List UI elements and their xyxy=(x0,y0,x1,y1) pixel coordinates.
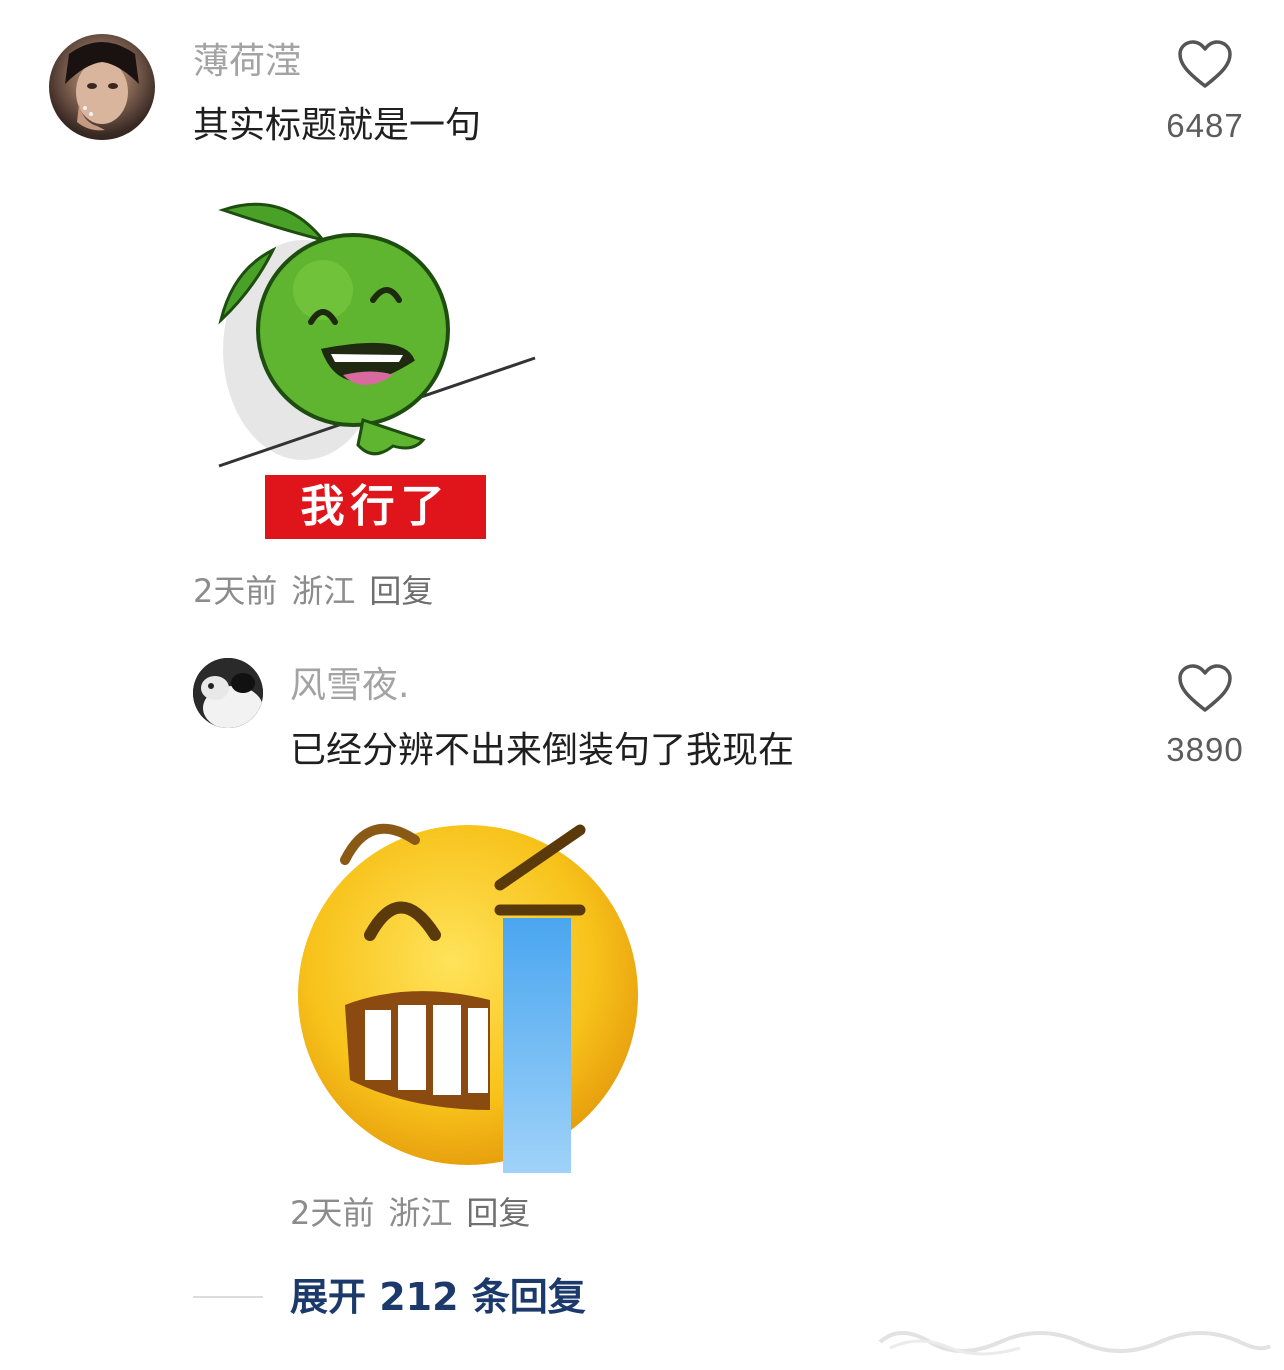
comment-location: 浙江 xyxy=(388,1194,453,1232)
avatar[interactable] xyxy=(49,34,155,140)
comment-text: 已经分辨不出来倒装句了我现在 xyxy=(290,730,795,771)
like-button[interactable]: 6487 xyxy=(1150,40,1260,146)
like-count: 3890 xyxy=(1166,731,1244,768)
expand-replies-button[interactable]: 展开 212 条回复 xyxy=(290,1274,586,1320)
like-button[interactable]: 3890 xyxy=(1150,664,1260,770)
sticker-caption: 我行了 xyxy=(265,475,486,539)
comment-time: 2天前 xyxy=(290,1194,375,1232)
username[interactable]: 薄荷滢 xyxy=(193,40,301,84)
sticker-image[interactable]: 我行了 xyxy=(193,190,548,550)
comment-text: 其实标题就是一句 xyxy=(193,105,482,146)
reply-button[interactable]: 回复 xyxy=(466,1193,530,1233)
heart-outline-icon xyxy=(1178,664,1232,712)
comment-meta: 2天前 浙江 回复 xyxy=(290,1193,530,1233)
sticker-image[interactable] xyxy=(290,810,645,1175)
watermark-logo xyxy=(878,1331,1272,1356)
username[interactable]: 风雪夜. xyxy=(290,664,409,708)
laughing-crying-emoji xyxy=(298,823,638,1173)
reply-button[interactable]: 回复 xyxy=(369,571,433,611)
green-lime-mascot xyxy=(218,202,536,468)
comment-meta: 2天前 浙江 回复 xyxy=(193,571,433,611)
heart-outline-icon xyxy=(1178,40,1232,88)
divider xyxy=(193,1296,263,1298)
like-count: 6487 xyxy=(1166,107,1244,144)
comment-location: 浙江 xyxy=(291,572,356,610)
comment-time: 2天前 xyxy=(193,572,278,610)
avatar[interactable] xyxy=(193,658,263,728)
